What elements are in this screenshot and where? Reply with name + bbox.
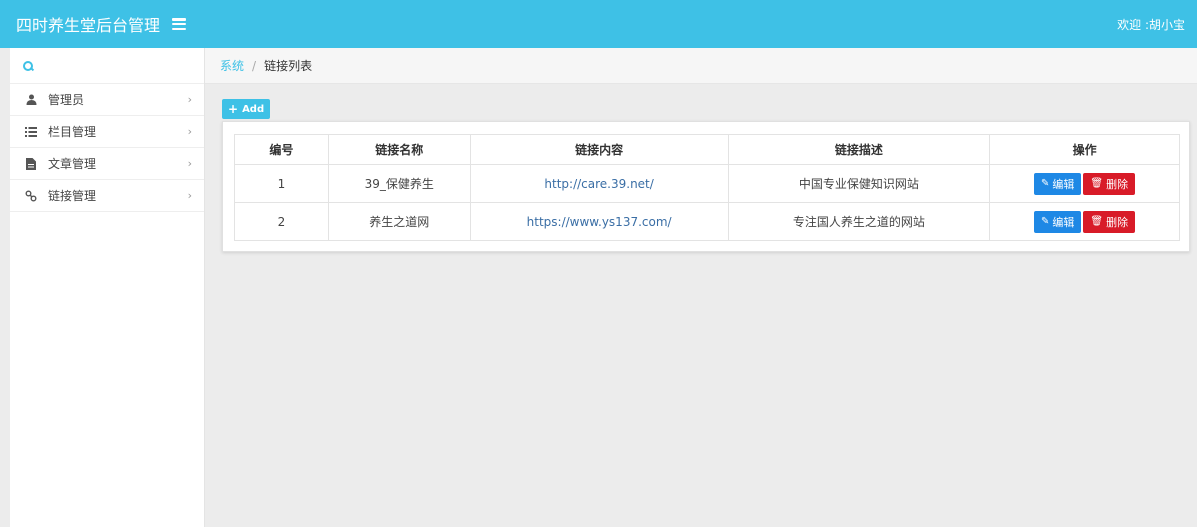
column-header-id: 编号 xyxy=(234,134,329,165)
cell-actions: ✎ 编辑 🗑 删除 xyxy=(989,202,1180,241)
cell-url[interactable]: http://care.39.net/ xyxy=(469,164,729,203)
cell-id: 1 xyxy=(234,164,329,203)
list-icon xyxy=(24,125,38,139)
column-header-name: 链接名称 xyxy=(327,134,471,165)
main-content: 系统 / 链接列表 + Add 编号 链接名称 链接内容 链接描述 操作 1 3… xyxy=(205,48,1197,527)
delete-button[interactable]: 🗑 删除 xyxy=(1083,172,1136,195)
cell-url[interactable]: https://www.ys137.com/ xyxy=(469,202,729,241)
column-header-actions: 操作 xyxy=(989,134,1180,165)
plus-icon: + xyxy=(228,102,239,116)
sidebar-item-label: 文章管理 xyxy=(48,157,97,171)
app-title: 四时养生堂后台管理 xyxy=(16,16,161,35)
file-icon xyxy=(24,157,38,171)
delete-button[interactable]: 🗑 删除 xyxy=(1083,210,1136,233)
add-button-label: Add xyxy=(242,103,265,115)
sidebar-item-label: 栏目管理 xyxy=(48,125,97,139)
cell-desc: 专注国人养生之道的网站 xyxy=(727,202,991,241)
sidebar-item-articles[interactable]: 文章管理 › xyxy=(10,148,204,180)
links-table: 编号 链接名称 链接内容 链接描述 操作 1 39_保健养生 http://ca… xyxy=(234,134,1180,241)
breadcrumb: 系统 / 链接列表 xyxy=(205,48,1197,84)
brand: 四时养生堂后台管理 xyxy=(0,0,205,48)
sidebar-item-columns[interactable]: 栏目管理 › xyxy=(10,116,204,148)
trash-icon: 🗑 xyxy=(1090,178,1104,189)
edit-button-label: 编辑 xyxy=(1052,215,1075,229)
table-header-row: 编号 链接名称 链接内容 链接描述 操作 xyxy=(234,134,1180,165)
column-header-desc: 链接描述 xyxy=(727,134,991,165)
table-row: 1 39_保健养生 http://care.39.net/ 中国专业保健知识网站… xyxy=(234,164,1180,203)
breadcrumb-current: 链接列表 xyxy=(264,59,313,73)
delete-button-label: 删除 xyxy=(1106,177,1129,191)
user-icon xyxy=(24,93,38,107)
cell-name: 39_保健养生 xyxy=(327,164,471,203)
add-button[interactable]: + Add xyxy=(222,99,271,119)
search-icon[interactable] xyxy=(22,60,34,72)
trash-icon: 🗑 xyxy=(1090,216,1104,227)
cell-actions: ✎ 编辑 🗑 删除 xyxy=(989,164,1180,203)
edit-button[interactable]: ✎ 编辑 xyxy=(1034,210,1082,233)
sidebar-item-label: 管理员 xyxy=(48,93,85,107)
chevron-right-icon: › xyxy=(187,93,192,106)
menu-toggle-icon[interactable] xyxy=(172,18,187,30)
links-panel: 编号 链接名称 链接内容 链接描述 操作 1 39_保健养生 http://ca… xyxy=(222,121,1190,252)
breadcrumb-separator: / xyxy=(252,58,257,73)
cell-name: 养生之道网 xyxy=(327,202,471,241)
chevron-right-icon: › xyxy=(187,189,192,202)
cell-desc: 中国专业保健知识网站 xyxy=(727,164,991,203)
column-header-url: 链接内容 xyxy=(469,134,729,165)
sidebar-search[interactable] xyxy=(10,48,204,84)
table-row: 2 养生之道网 https://www.ys137.com/ 专注国人养生之道的… xyxy=(234,202,1180,241)
edit-button[interactable]: ✎ 编辑 xyxy=(1034,172,1082,195)
link-icon xyxy=(24,189,38,203)
sidebar-item-admins[interactable]: 管理员 › xyxy=(10,84,204,116)
sidebar-item-links[interactable]: 链接管理 › xyxy=(10,180,204,212)
sidebar: 管理员 › 栏目管理 › 文章管理 › 链接管理 › xyxy=(10,48,205,527)
delete-button-label: 删除 xyxy=(1106,215,1129,229)
top-bar: 四时养生堂后台管理 欢迎 :胡小宝 xyxy=(0,0,1197,48)
sidebar-item-label: 链接管理 xyxy=(48,189,97,203)
edit-icon: ✎ xyxy=(1041,216,1050,227)
chevron-right-icon: › xyxy=(187,125,192,138)
cell-id: 2 xyxy=(234,202,329,241)
breadcrumb-parent[interactable]: 系统 xyxy=(220,57,244,74)
edit-icon: ✎ xyxy=(1041,178,1050,189)
chevron-right-icon: › xyxy=(187,157,192,170)
welcome-user[interactable]: 欢迎 :胡小宝 xyxy=(1117,16,1197,33)
edit-button-label: 编辑 xyxy=(1052,177,1075,191)
